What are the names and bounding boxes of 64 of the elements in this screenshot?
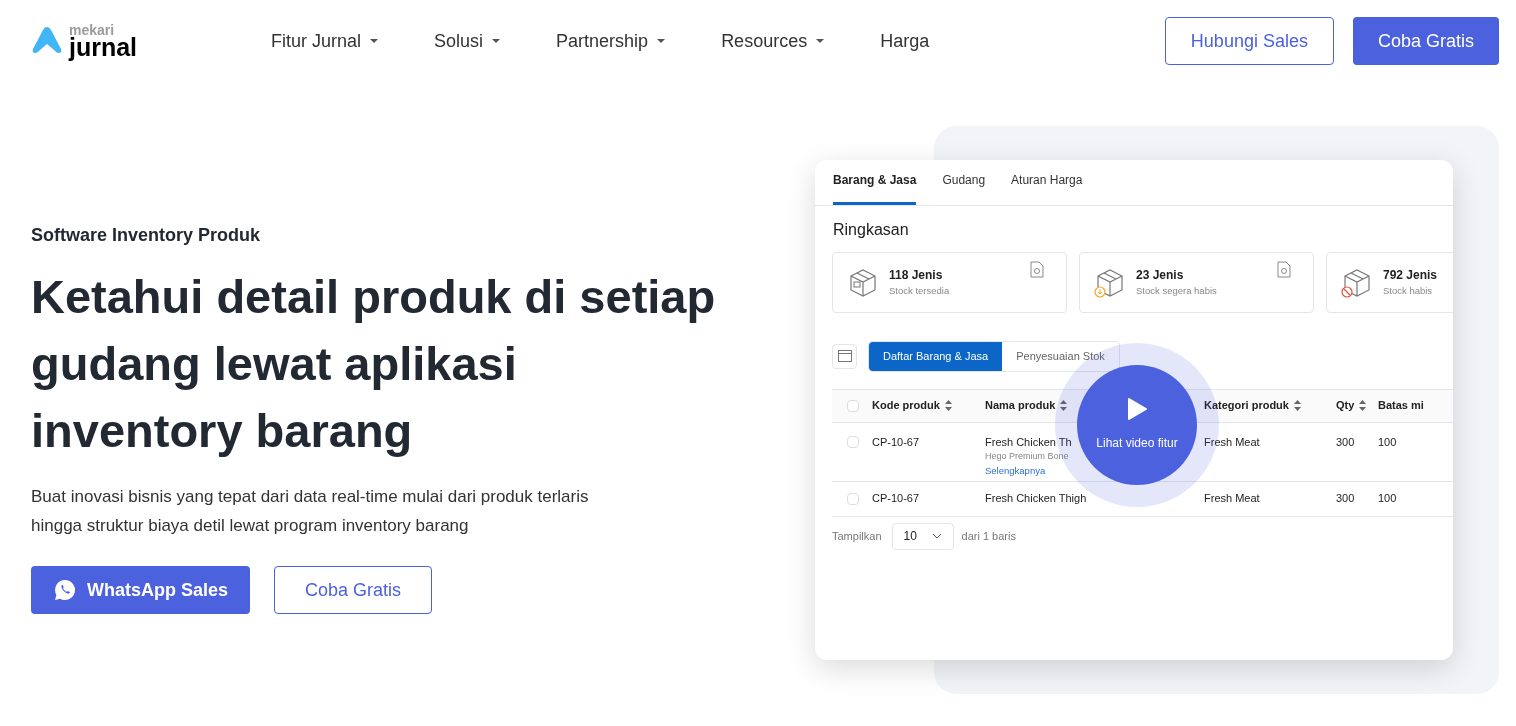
chevron-icon	[931, 533, 942, 539]
column-header[interactable]: Qty	[1336, 397, 1367, 414]
table-cell-text: Fresh Chicken Th	[985, 434, 1072, 450]
nav-link[interactable]: Fitur Jurnal	[271, 27, 380, 55]
column-header[interactable]: Nama produk	[985, 397, 1068, 414]
view-toggle[interactable]	[832, 343, 857, 369]
page-size-select[interactable]: 10	[891, 522, 954, 550]
stat-label: Stock tersedia	[889, 284, 950, 299]
show-label: Tampilkan	[832, 528, 882, 544]
row-count: dari 1 baris	[961, 528, 1016, 544]
column-header[interactable]: Kategori produk	[1204, 397, 1301, 414]
table-cell-text: Fresh Meat	[1204, 434, 1261, 450]
sort-icon	[944, 400, 952, 411]
table-cell-text: CP-10-67	[872, 434, 921, 450]
primary-button[interactable]: Coba Gratis	[1352, 17, 1499, 65]
tab[interactable]: Aturan Harga	[1011, 160, 1083, 205]
table-cell-text: 100	[1378, 491, 1398, 507]
caret-icon	[369, 38, 380, 44]
whatsapp-icon	[53, 578, 77, 602]
stat-label: Stock habis	[1383, 284, 1434, 299]
product-name: jurnal	[69, 34, 138, 60]
stat-value: 792 Jenis	[1383, 267, 1438, 285]
sort-icon	[1359, 400, 1367, 411]
table-cell-text: 300	[1336, 491, 1356, 507]
sort-icon	[1060, 400, 1068, 411]
document-icon	[1277, 261, 1291, 278]
outline-button[interactable]: Coba Gratis	[274, 566, 433, 614]
table-cell-text: CP-10-67	[872, 491, 921, 507]
nav-link[interactable]: Partnership	[556, 27, 667, 55]
checkbox[interactable]	[847, 435, 859, 448]
caret-icon	[656, 38, 667, 44]
section-title: Ringkasan	[832, 220, 910, 240]
outline-button[interactable]: Hubungi Sales	[1164, 17, 1334, 65]
nav-link[interactable]: Resources	[721, 27, 826, 55]
caret-icon	[491, 38, 502, 44]
table-cell-text: Fresh Meat	[1204, 491, 1261, 507]
column-header[interactable]: Kode produk	[872, 397, 952, 414]
segment-tab[interactable]: Daftar Barang & Jasa	[869, 342, 1003, 371]
tab[interactable]: Barang & Jasa	[833, 160, 917, 205]
more-link[interactable]: Selengkapnya	[985, 463, 1046, 478]
table-cell-text: Fresh Chicken Thigh	[985, 491, 1087, 507]
play-icon	[1127, 398, 1147, 420]
sort-icon	[1293, 400, 1301, 411]
hero-title: Ketahui detail produk di setiap gudang lewat aplikasi inventory barang	[31, 269, 717, 459]
stat-value: 23 Jenis	[1136, 267, 1185, 285]
tab[interactable]: Gudang	[942, 160, 986, 205]
table-cell-text: 100	[1378, 434, 1398, 450]
product-detail: Hego Premium Bone	[985, 450, 1069, 463]
checkbox[interactable]	[847, 399, 859, 412]
nav-link[interactable]: Solusi	[434, 27, 502, 55]
eyebrow-text: Software Inventory Produk	[31, 224, 262, 247]
hero-description: Buat inovasi bisnis yang tepat dari data real-time mulai dari produk terlaris hingga struktur biaya detil lewat program inventory barang	[31, 486, 590, 537]
window-icon	[837, 350, 852, 363]
stat-value: 118 Jenis	[889, 267, 944, 285]
column-header[interactable]: Batas mi	[1378, 397, 1424, 414]
play-video-button[interactable]: Lihat video fitur	[1077, 365, 1197, 485]
brand-name: mekari	[69, 22, 115, 37]
whatsapp-button[interactable]: WhatsApp Sales	[31, 566, 251, 614]
table-cell-text: 300	[1336, 434, 1356, 450]
document-icon	[1030, 261, 1044, 278]
nav-link[interactable]: Harga	[880, 27, 930, 55]
caret-icon	[815, 38, 826, 44]
checkbox[interactable]	[847, 492, 859, 505]
stat-label: Stock segera habis	[1136, 284, 1217, 299]
